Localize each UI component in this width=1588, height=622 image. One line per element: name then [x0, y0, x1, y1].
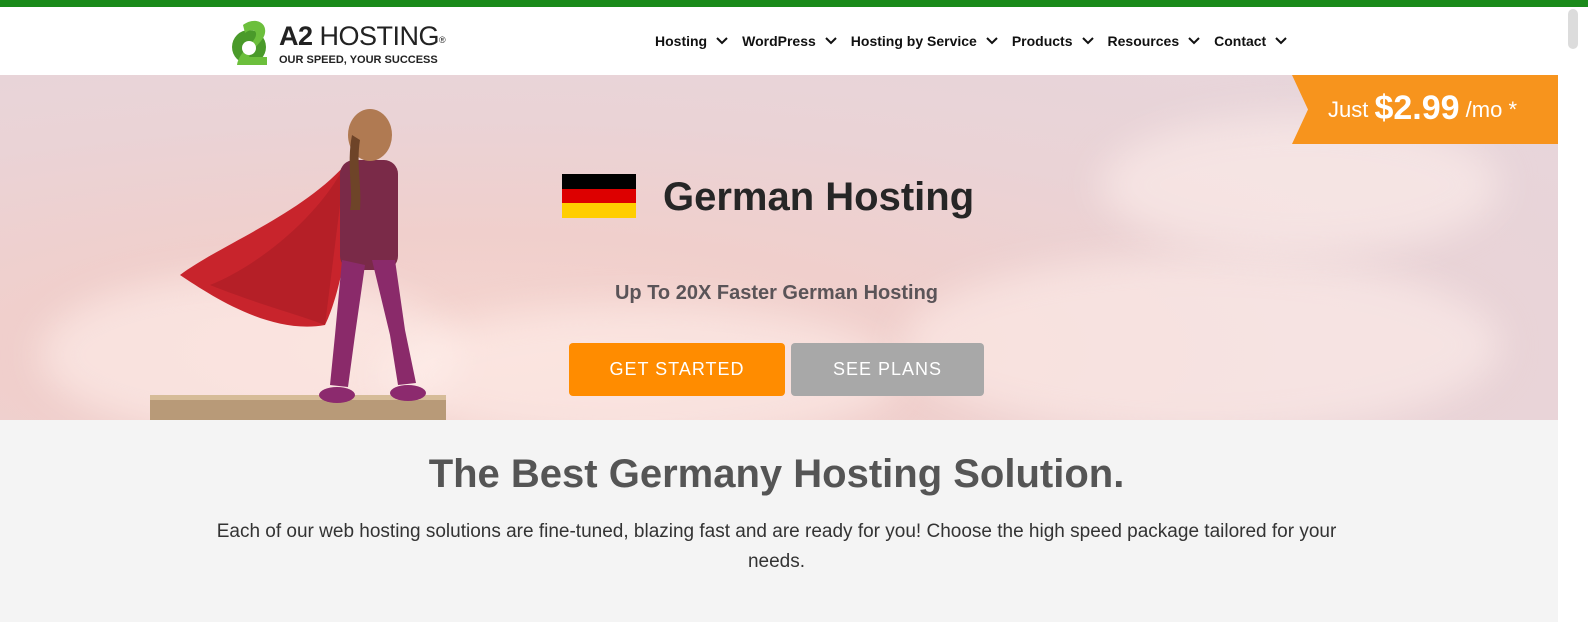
- nav-item-wordpress[interactable]: WordPress: [742, 33, 838, 49]
- nav-item-hosting[interactable]: Hosting: [655, 33, 729, 49]
- nav-item-resources[interactable]: Resources: [1108, 33, 1202, 49]
- logo-tagline: OUR SPEED, YOUR SUCCESS: [279, 54, 438, 66]
- section-description: Each of our web hosting solutions are fi…: [216, 521, 1337, 572]
- page-scrollbar[interactable]: [1558, 7, 1588, 622]
- hero-banner: German Hosting Up To 20X Faster German H…: [0, 75, 1558, 420]
- price-amount: $2.99: [1374, 89, 1460, 127]
- top-accent-bar: [0, 0, 1588, 7]
- flag-stripe-red: [562, 188, 636, 204]
- chevron-down-icon: [1274, 34, 1288, 48]
- main-nav: Hosting WordPress Hosting by Service Pro…: [655, 7, 1301, 75]
- nav-item-label: Resources: [1107, 33, 1180, 49]
- chevron-down-icon: [824, 34, 838, 48]
- hero-subtitle: Up To 20X Faster German Hosting: [614, 282, 939, 304]
- chevron-down-icon: [715, 34, 729, 48]
- chevron-down-icon: [1081, 34, 1095, 48]
- superhero-girl-illustration: [150, 109, 446, 420]
- get-started-button[interactable]: GET STARTED: [569, 343, 785, 396]
- see-plans-button[interactable]: SEE PLANS: [791, 343, 984, 396]
- a2-hosting-logo[interactable]: A2 HOSTING® OUR SPEED, YOUR SUCCESS: [229, 17, 459, 73]
- nav-item-hosting-by-service[interactable]: Hosting by Service: [851, 33, 999, 49]
- nav-item-contact[interactable]: Contact: [1214, 33, 1288, 49]
- nav-item-label: Products: [1011, 33, 1073, 49]
- germany-flag-icon: [562, 174, 636, 218]
- price-text: Just $2.99 /mo *: [1328, 89, 1518, 127]
- flag-stripe-black: [562, 174, 636, 189]
- nav-item-label: WordPress: [742, 33, 816, 49]
- nav-item-label: Contact: [1214, 33, 1267, 49]
- a2-logo-icon: [232, 20, 267, 65]
- scrollbar-thumb[interactable]: [1568, 9, 1578, 49]
- chevron-down-icon: [985, 34, 999, 48]
- nav-item-products[interactable]: Products: [1012, 33, 1095, 49]
- nav-item-label: Hosting: [655, 33, 708, 49]
- nav-item-label: Hosting by Service: [850, 33, 977, 49]
- price-badge[interactable]: Just $2.99 /mo *: [1292, 75, 1558, 144]
- section-title: The Best Germany Hosting Solution.: [428, 452, 1125, 496]
- logo-wordmark: A2 HOSTING®: [279, 21, 446, 51]
- hero-title: German Hosting: [663, 175, 975, 219]
- flag-stripe-gold: [562, 203, 636, 218]
- chevron-down-icon: [1187, 34, 1201, 48]
